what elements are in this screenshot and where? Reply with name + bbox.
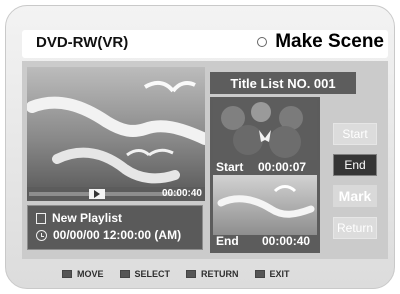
scene-clip-panel: Start 00:00:07 End 00:00:40 [210,97,320,253]
mode-title: Make Scene [275,31,384,52]
end-scene-image [213,175,317,235]
playlist-row: New Playlist [36,211,122,225]
playback-time: 00:00:40 [161,188,202,199]
start-thumbnail[interactable] [213,100,317,160]
footer-hints: MOVE SELECT RETURN EXIT [62,266,354,282]
end-thumbnail[interactable] [213,175,317,235]
end-button[interactable]: End [333,154,377,176]
playlist-label: New Playlist [52,211,123,225]
start-time: 00:00:07 [258,160,307,174]
return-hint: RETURN [186,269,239,279]
playlist-info-box: New Playlist 00/00/00 12:00:00 (AM) [27,205,203,250]
updown-arrows-icon [62,270,72,278]
start-label: Start [216,160,244,174]
video-preview[interactable] [27,67,205,191]
select-label: SELECT [134,269,171,279]
start-scene-image [213,100,317,160]
document-icon [36,212,46,224]
datetime-row: 00/00/00 12:00:00 (AM) [36,228,181,242]
exit-label: EXIT [269,269,290,279]
clock-icon [36,229,47,241]
end-time: 00:00:40 [262,234,311,248]
move-hint: MOVE [62,269,104,279]
header-bar: DVD-RW(VR) Make Scene [22,30,388,58]
seagull-video-image [27,67,205,191]
return-button[interactable]: Return [333,217,377,239]
return-label: RETURN [201,269,239,279]
exit-hint: EXIT [254,269,290,279]
end-label: End [216,234,239,248]
mode-title-group: Make Scene [257,31,384,53]
play-icon[interactable] [89,189,105,199]
move-label: MOVE [77,269,104,279]
datetime-value: 00/00/00 12:00:00 (AM) [53,228,182,242]
mark-button[interactable]: Mark [333,185,377,207]
enter-icon [119,270,130,278]
title-list-heading: Title List NO. 001 [210,72,356,94]
device-label: DVD-RW(VR) [36,34,129,51]
playback-bar[interactable]: 00:00:40 [27,187,205,201]
return-arrow-icon [186,270,197,278]
select-hint: SELECT [119,269,171,279]
start-button[interactable]: Start [333,123,377,145]
menu-icon [254,270,265,278]
circle-icon [257,37,268,47]
